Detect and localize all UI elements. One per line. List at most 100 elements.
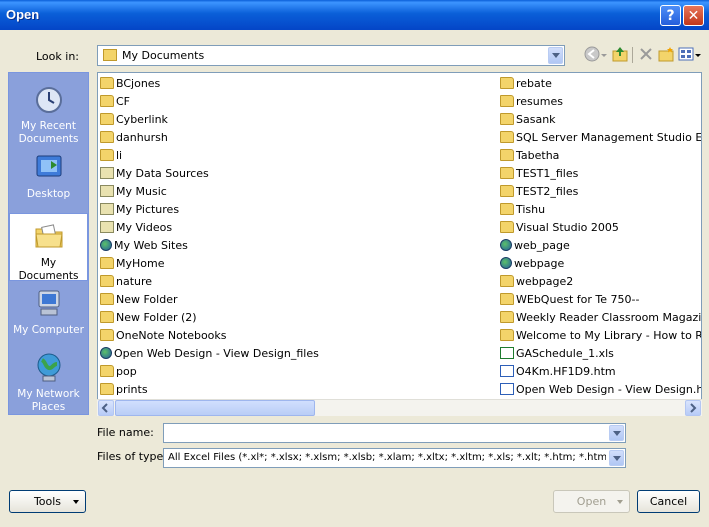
file-item[interactable]: Tishu bbox=[500, 202, 701, 220]
file-item[interactable]: My Data Sources bbox=[100, 166, 319, 184]
folder-icon bbox=[500, 149, 514, 161]
file-item[interactable]: li bbox=[100, 148, 319, 166]
place-my-recent-documents[interactable]: My Recent Documents bbox=[9, 77, 88, 145]
files-of-type-value: All Excel Files (*.xl*; *.xlsx; *.xlsm; … bbox=[168, 452, 606, 463]
special-icon bbox=[100, 221, 114, 233]
back-icon[interactable] bbox=[584, 46, 600, 62]
file-item-label: New Folder bbox=[116, 293, 178, 306]
file-item-label: My Pictures bbox=[116, 203, 180, 216]
globe-icon bbox=[100, 239, 112, 251]
file-item[interactable]: Visual Studio 2005 bbox=[500, 220, 701, 238]
folder-icon bbox=[100, 77, 114, 89]
title-bar[interactable]: Open ? ✕ bbox=[0, 0, 709, 30]
look-in-dropdown[interactable]: My Documents bbox=[97, 45, 565, 66]
file-item-label: prints bbox=[116, 383, 148, 396]
htm-icon bbox=[500, 365, 514, 377]
delete-icon[interactable] bbox=[638, 46, 654, 62]
horizontal-scrollbar[interactable] bbox=[97, 399, 702, 416]
up-folder-icon[interactable] bbox=[612, 46, 628, 62]
folder-icon bbox=[100, 365, 114, 377]
back-dropdown-icon[interactable] bbox=[600, 48, 608, 64]
file-item[interactable]: MyHome bbox=[100, 256, 319, 274]
file-item[interactable]: BCjones bbox=[100, 76, 319, 94]
file-item[interactable]: My Pictures bbox=[100, 202, 319, 220]
file-item[interactable]: webpage2 bbox=[500, 274, 701, 292]
cancel-button-label: Cancel bbox=[649, 495, 688, 508]
files-of-type-label: Files of type: bbox=[97, 450, 168, 463]
file-item[interactable]: nature bbox=[100, 274, 319, 292]
file-item[interactable]: webpage bbox=[500, 256, 701, 274]
place-my-computer[interactable]: My Computer bbox=[9, 281, 88, 349]
folder-icon bbox=[500, 167, 514, 179]
file-item[interactable]: O4Km.HF1D9.htm bbox=[500, 364, 701, 382]
file-item[interactable]: Open Web Design - View Design.htm bbox=[500, 382, 702, 400]
chevron-down-icon[interactable] bbox=[609, 425, 624, 441]
views-icon[interactable] bbox=[678, 46, 694, 62]
file-item[interactable]: danhursh bbox=[100, 130, 319, 148]
close-button[interactable]: ✕ bbox=[683, 5, 704, 26]
file-item-label: pop bbox=[116, 365, 137, 378]
file-item[interactable]: New Folder bbox=[100, 292, 319, 310]
file-item-label: My Music bbox=[116, 185, 167, 198]
file-name-input[interactable] bbox=[163, 423, 626, 443]
file-item-label: Open Web Design - View Design.htm bbox=[516, 383, 702, 396]
folder-icon bbox=[100, 131, 114, 143]
views-dropdown-icon[interactable] bbox=[694, 48, 702, 64]
file-item[interactable]: WEbQuest for Te 750-- bbox=[500, 292, 701, 310]
folder-icon bbox=[500, 77, 514, 89]
file-item-label: Weekly Reader Classroom Magazines and I bbox=[516, 311, 702, 324]
file-item-label: webpage2 bbox=[516, 275, 574, 288]
folder-icon bbox=[100, 311, 114, 323]
file-item[interactable]: OneNote Notebooks bbox=[100, 328, 319, 346]
file-item[interactable]: Weekly Reader Classroom Magazines and I bbox=[500, 310, 702, 328]
file-item-label: Welcome to My Library - How to Read a Nu bbox=[516, 329, 702, 342]
file-item[interactable]: TEST1_files bbox=[500, 166, 701, 184]
file-item[interactable]: SQL Server Management Studio Express bbox=[500, 130, 701, 148]
tools-button-label: Tools bbox=[33, 495, 62, 508]
file-item[interactable]: Open Web Design - View Design_files bbox=[100, 346, 319, 364]
folder-icon bbox=[500, 293, 514, 305]
help-button[interactable]: ? bbox=[660, 5, 681, 26]
file-item[interactable]: resumes bbox=[500, 94, 701, 112]
place-my-network-places[interactable]: My Network Places bbox=[9, 345, 88, 413]
file-item[interactable]: My Music bbox=[100, 184, 319, 202]
place-my-documents[interactable]: My Documents bbox=[9, 213, 88, 282]
file-item[interactable]: web_page bbox=[500, 238, 701, 256]
file-item[interactable]: CF bbox=[100, 94, 319, 112]
file-item[interactable]: New Folder (2) bbox=[100, 310, 319, 328]
chevron-down-icon[interactable] bbox=[548, 47, 563, 64]
folder-icon bbox=[100, 113, 114, 125]
place-label: My Computer bbox=[13, 324, 84, 336]
file-item-label: My Videos bbox=[116, 221, 173, 234]
chevron-down-icon bbox=[617, 500, 623, 504]
file-item[interactable]: Tabetha bbox=[500, 148, 701, 166]
file-item[interactable]: rebate bbox=[500, 76, 701, 94]
file-item-label: GASchedule_1.xls bbox=[516, 347, 614, 360]
file-item[interactable]: prints bbox=[100, 382, 319, 400]
file-list[interactable]: BCjones CF Cyberlink danhursh li My Data Sour… bbox=[97, 72, 702, 416]
scroll-right-button[interactable] bbox=[685, 400, 701, 416]
folder-icon bbox=[100, 257, 114, 269]
open-button[interactable]: Open bbox=[553, 490, 630, 513]
folder-icon bbox=[100, 149, 114, 161]
chevron-down-icon[interactable] bbox=[609, 450, 624, 466]
my-documents-icon bbox=[103, 49, 117, 61]
place-desktop[interactable]: Desktop bbox=[9, 145, 88, 213]
file-name-label: File name: bbox=[97, 426, 154, 439]
file-item[interactable]: TEST2_files bbox=[500, 184, 701, 202]
file-item[interactable]: My Videos bbox=[100, 220, 319, 238]
my-documents-icon bbox=[34, 224, 63, 248]
cancel-button[interactable]: Cancel bbox=[637, 490, 700, 513]
scroll-thumb[interactable] bbox=[115, 400, 315, 416]
file-item[interactable]: Welcome to My Library - How to Read a Nu bbox=[500, 328, 702, 346]
file-item[interactable]: My Web Sites bbox=[100, 238, 319, 256]
scroll-left-button[interactable] bbox=[98, 400, 114, 416]
file-item[interactable]: Sasank bbox=[500, 112, 701, 130]
file-item[interactable]: GASchedule_1.xls bbox=[500, 346, 701, 364]
file-item[interactable]: pop bbox=[100, 364, 319, 382]
tools-button[interactable]: Tools bbox=[9, 490, 86, 513]
new-folder-icon[interactable] bbox=[658, 46, 674, 62]
file-item[interactable]: Cyberlink bbox=[100, 112, 319, 130]
folder-icon bbox=[500, 95, 514, 107]
files-of-type-dropdown[interactable]: All Excel Files (*.xl*; *.xlsx; *.xlsm; … bbox=[163, 448, 626, 468]
